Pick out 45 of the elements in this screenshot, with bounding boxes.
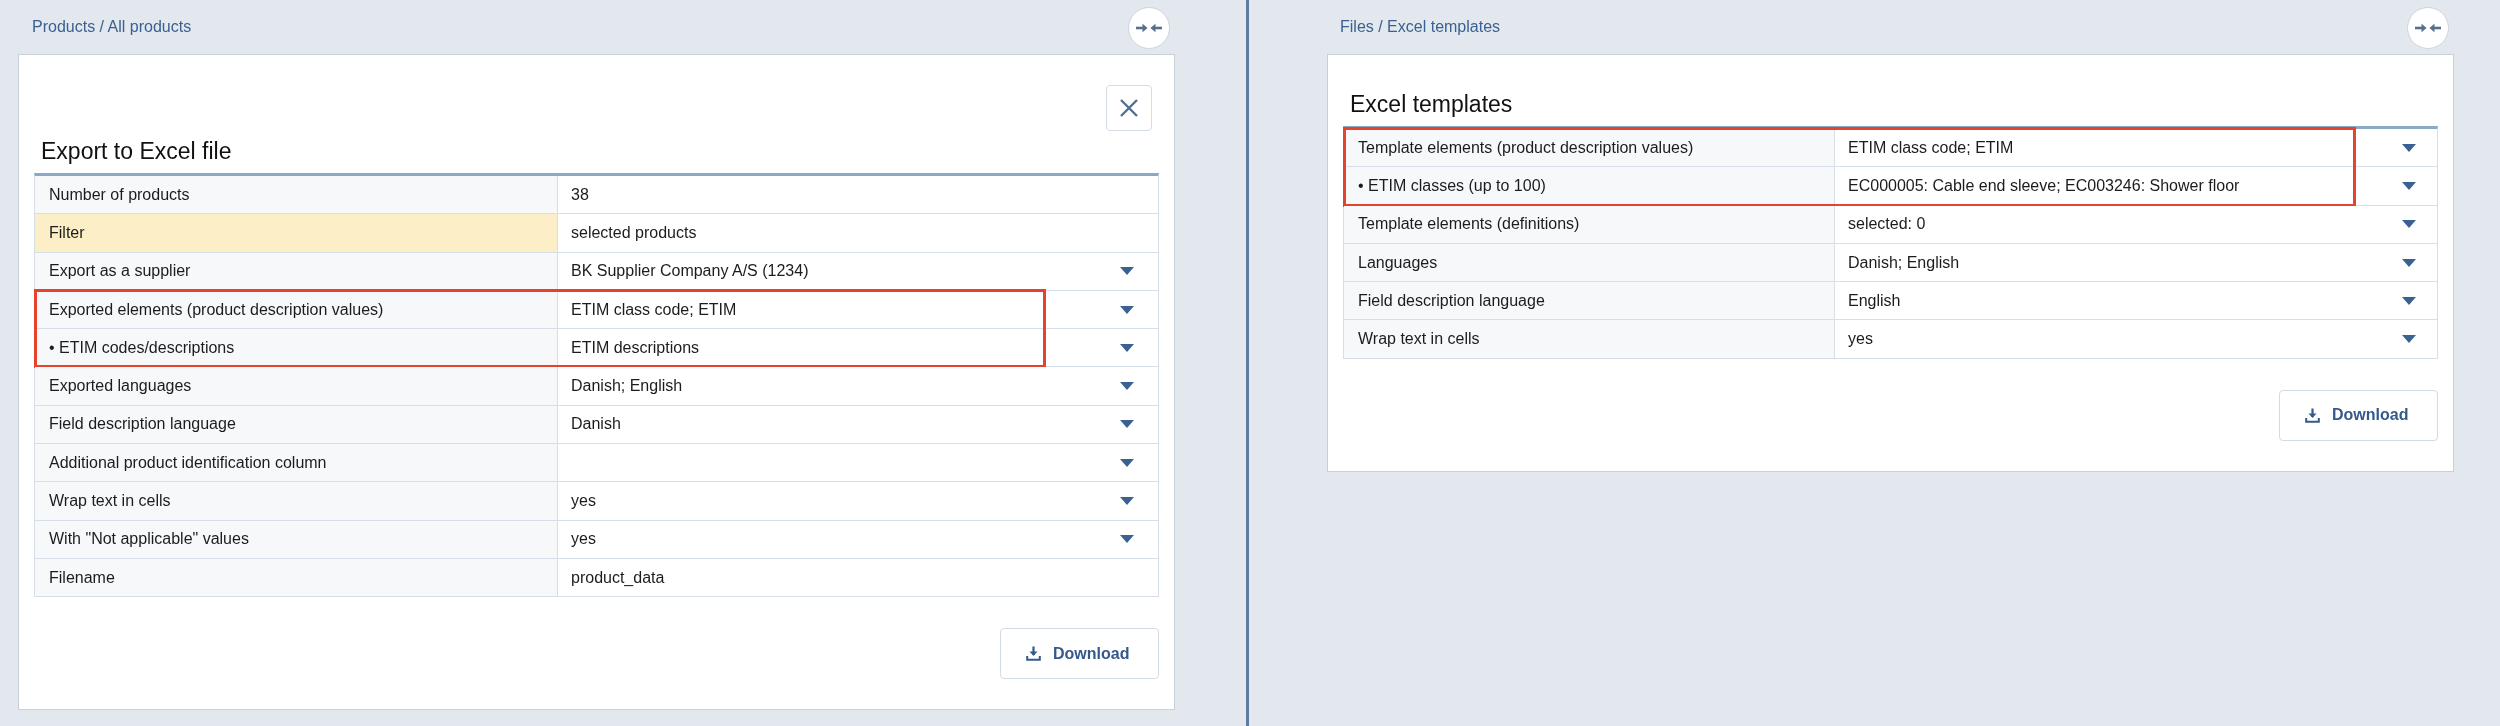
download-button[interactable]: Download — [1000, 628, 1159, 680]
row-label: Field description language — [35, 405, 558, 444]
row-label: • ETIM classes (up to 100) — [1344, 167, 1835, 205]
collapse-button[interactable] — [2407, 6, 2449, 49]
row-label: Exported elements (product description values) — [35, 290, 558, 329]
row-label: Exported languages — [35, 367, 558, 405]
row-label: With "Not applicable" values — [35, 520, 558, 558]
download-icon — [2305, 407, 2320, 423]
caret-icon — [1120, 497, 1134, 505]
caret-icon — [1120, 535, 1134, 544]
download-icon — [1026, 646, 1041, 662]
caret-icon — [1120, 420, 1134, 429]
row-label: Languages — [1344, 243, 1835, 282]
caret-icon — [2402, 143, 2416, 152]
arrows-inward-icon — [1136, 22, 1162, 33]
row-label: Filename — [35, 558, 558, 597]
close-button[interactable] — [1106, 85, 1152, 131]
breadcrumb: Products / All products — [32, 18, 192, 36]
panel-title: Export to Excel file — [40, 137, 233, 165]
caret-icon — [2402, 258, 2416, 267]
caret-icon — [1120, 305, 1134, 314]
caret-icon — [1120, 267, 1134, 276]
collapse-button[interactable] — [1128, 6, 1170, 49]
row-label: Template elements (definitions) — [1344, 205, 1835, 243]
row-label: Wrap text in cells — [35, 482, 558, 520]
row-label: Wrap text in cells — [1344, 320, 1835, 358]
row-label: Filter — [35, 214, 558, 252]
close-icon — [1120, 99, 1138, 117]
caret-icon — [2402, 220, 2416, 229]
caret-icon — [2402, 335, 2416, 344]
row-label: • ETIM codes/descriptions — [35, 329, 558, 367]
panel-title: Excel templates — [1349, 90, 1514, 118]
row-label: Export as a supplier — [35, 252, 558, 290]
caret-icon — [2402, 181, 2416, 190]
row-label: Field description language — [1344, 282, 1835, 320]
caret-icon — [1120, 343, 1134, 352]
caret-icon — [1120, 458, 1134, 467]
arrows-inward-icon — [2415, 22, 2441, 33]
row-label: Number of products — [35, 176, 558, 214]
caret-icon — [2402, 296, 2416, 305]
caret-icon — [1120, 382, 1134, 391]
row-label: Template elements (product description values) — [1344, 129, 1835, 167]
download-button[interactable]: Download — [2279, 389, 2438, 441]
row-label: Additional product identification column — [35, 444, 558, 482]
breadcrumb: Files / Excel templates — [1340, 18, 1501, 36]
